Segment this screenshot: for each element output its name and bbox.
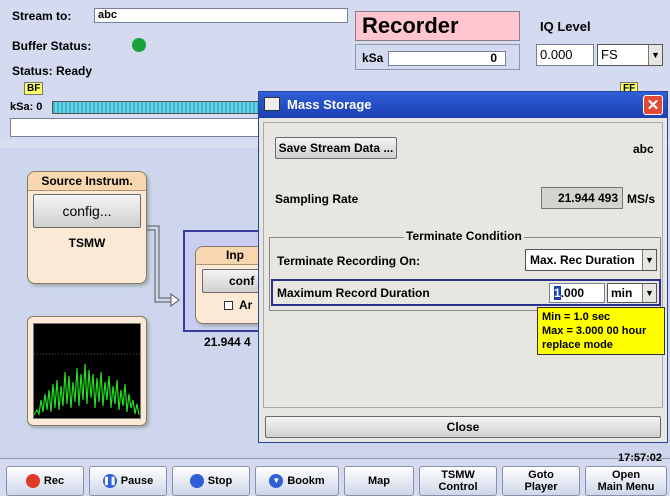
chevron-down-icon: ▼ [648,45,662,65]
iq-level-value[interactable]: 0.000 [536,44,594,66]
input-checkbox[interactable] [224,301,233,310]
clock: 17:57:02 [618,452,663,464]
close-icon[interactable]: ✕ [643,95,663,115]
buffer-progress-bar [52,101,264,114]
buffer-status-indicator [132,38,146,52]
chevron-down-icon: ▼ [642,250,656,270]
spectrum-trace [33,353,140,416]
save-stream-data-button[interactable]: Save Stream Data ... [275,137,397,159]
max-duration-cursor: 1 [554,286,561,300]
spectrum-panel [27,316,147,426]
open-main-menu-line1: Open [611,469,641,481]
sampling-rate-label: Sampling Rate [275,192,359,206]
tooltip-mode: replace mode [542,339,613,351]
buffer-status-label: Buffer Status: [12,39,92,53]
iq-level-unit: FS [601,47,618,62]
goto-player-line2: Player [524,481,558,493]
stream-to-field[interactable]: abc [94,8,348,23]
stream-to-label: Stream to: [12,9,72,23]
terminate-on-select[interactable]: Max. Rec Duration ▼ [525,249,657,271]
tsmw-control-line1: TSMW [441,469,475,481]
open-main-menu-button[interactable]: Open Main Menu [585,466,667,496]
mass-storage-dialog: Mass Storage ✕ Save Stream Data ... abc … [258,91,668,443]
terminate-on-label: Terminate Recording On: [277,254,421,268]
pause-icon: ❚❚ [102,474,117,488]
max-duration-value: .000 [560,286,585,300]
pause-label: Pause [120,475,154,487]
max-duration-unit-select[interactable]: min ▼ [607,283,657,303]
max-duration-input[interactable]: 1.000 [549,283,605,303]
rec-label: Rec [43,475,65,487]
iq-level-label: IQ Level [540,19,591,34]
source-device-label: TSMW [68,236,106,250]
iq-level-unit-select[interactable]: FS ▼ [597,44,663,66]
dialog-title-bar: Mass Storage ✕ [259,92,667,118]
connector-arrow [147,225,180,307]
goto-player-line1: Goto [528,469,554,481]
source-panel-title: Source Instrum. [28,172,146,191]
stop-icon [189,474,204,488]
rec-button[interactable]: Rec [6,466,84,496]
spectrum-graph [33,323,141,419]
tsmw-control-line2: Control [438,481,478,493]
tooltip-min: Min = 1.0 sec [542,311,611,323]
goto-player-button[interactable]: Goto Player [502,466,580,496]
map-label: Map [368,475,390,487]
dialog-title: Mass Storage [287,97,372,112]
message-field [10,118,264,137]
stream-name: abc [633,142,654,156]
max-duration-label: Maximum Record Duration [277,286,430,300]
ksa-value: 0 [388,51,506,66]
open-main-menu-line2: Main Menu [597,481,655,493]
range-tooltip: Min = 1.0 sec Max = 3.000 00 hour replac… [537,307,665,355]
status-text: Status: Ready [12,64,93,78]
stop-label: Stop [207,475,233,487]
bf-marker: BF [24,82,44,95]
sampling-rate-unit: MS/s [627,192,656,206]
terminate-on-value: Max. Rec Duration [530,253,635,267]
max-duration-unit: min [611,286,633,300]
stop-button[interactable]: Stop [172,466,250,496]
pause-button[interactable]: ❚❚ Pause [89,466,167,496]
input-panel-title: Inp [196,247,266,265]
tsmw-control-button[interactable]: TSMW Control [419,466,497,496]
input-checkbox-label: Ar [239,298,253,312]
source-config-button[interactable]: config... [33,194,141,228]
bookmark-button[interactable]: ▼ Bookm [255,466,339,496]
ksa-label: kSa [362,51,384,65]
map-button[interactable]: Map [344,466,414,496]
record-icon [25,474,40,488]
input-panel: Inp conf Ar [195,246,270,324]
tooltip-max: Max = 3.000 00 hour [542,325,647,337]
recorder-title: Recorder [355,11,520,41]
source-instrument-panel: Source Instrum. config... TSMW [27,171,147,284]
window-icon [264,97,280,111]
close-button[interactable]: Close [265,416,661,438]
terminate-condition-title: Terminate Condition [404,229,524,243]
ksa-progress-label: kSa: 0 [10,101,43,113]
bookmark-icon: ▼ [269,474,284,488]
chevron-down-icon: ▼ [642,284,656,302]
bookmark-label: Bookm [287,475,325,487]
sampling-rate-value: 21.944 493 [541,187,623,209]
input-rate-text: 21.944 4 [204,335,251,349]
